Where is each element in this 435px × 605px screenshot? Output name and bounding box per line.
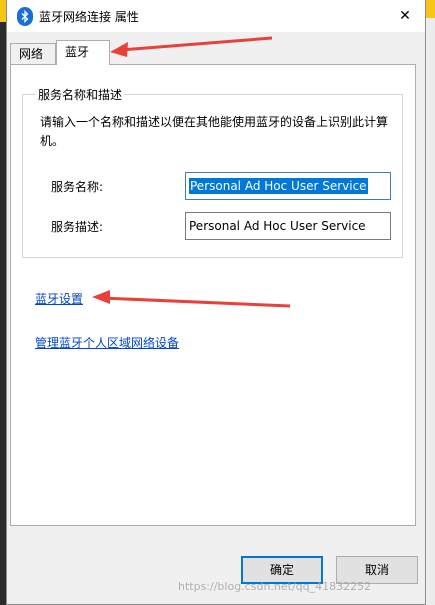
arrow-to-bluetooth-settings xyxy=(92,290,291,308)
annotation-arrows xyxy=(92,36,291,308)
tab-bluetooth[interactable]: 蓝牙 xyxy=(56,40,110,65)
arrow-to-bluetooth-tab xyxy=(110,36,273,57)
